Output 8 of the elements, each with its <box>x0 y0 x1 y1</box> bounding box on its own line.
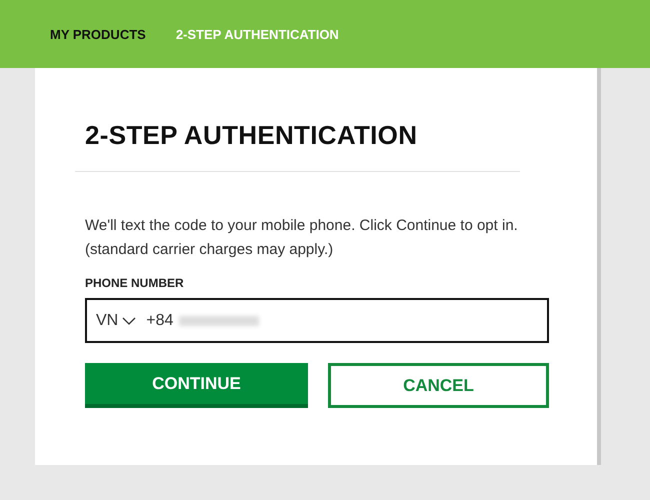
cancel-button[interactable]: CANCEL <box>328 363 549 408</box>
phone-input-field[interactable]: VN +84 <box>85 298 549 343</box>
continue-button[interactable]: CONTINUE <box>85 363 308 408</box>
page-title: 2-STEP AUTHENTICATION <box>85 120 418 151</box>
chevron-down-icon <box>122 316 136 324</box>
field-label: PHONE NUMBER <box>85 276 185 290</box>
nav-tab[interactable]: MY PRODUCTS <box>50 26 146 42</box>
instruction-text: We'll text the code to your mobile phone. Click Continue to opt in. (standard carrier charges may apply.) <box>85 216 519 260</box>
